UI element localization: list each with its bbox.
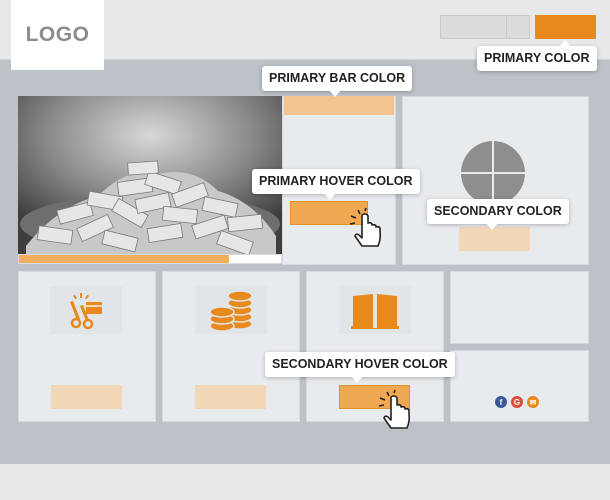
tooltip-primary-hover-color: PRIMARY HOVER COLOR — [252, 169, 420, 200]
header-gray-button[interactable] — [440, 15, 507, 39]
coins-icon-tile — [195, 286, 267, 334]
card-empty — [450, 271, 589, 344]
coupon-scissors-icon — [70, 293, 102, 330]
google-icon[interactable]: G — [511, 396, 523, 408]
tooltip-primary-color: PRIMARY COLOR — [477, 40, 597, 71]
tooltip-secondary-color: SECONDARY COLOR — [427, 199, 569, 230]
book-icon — [351, 294, 399, 329]
tooltip-primary-bar-color: PRIMARY BAR COLOR — [262, 66, 413, 97]
hero-image — [18, 96, 282, 254]
email-icon[interactable]: ✉ — [527, 396, 539, 408]
book-icon-tile — [339, 286, 411, 334]
pie-chart-icon — [461, 141, 525, 205]
coins-button[interactable] — [195, 385, 266, 409]
facebook-icon[interactable]: f — [495, 396, 507, 408]
secondary-button[interactable] — [459, 227, 530, 251]
header-primary-button[interactable] — [535, 15, 596, 39]
coupon-icon-tile — [50, 286, 122, 334]
hero-progress-fill — [19, 255, 229, 263]
hand-cursor-icon — [378, 389, 411, 429]
header-gray-button-small[interactable] — [506, 15, 530, 39]
coupon-button[interactable] — [51, 385, 122, 409]
tooltip-secondary-hover-color: SECONDARY HOVER COLOR — [265, 352, 455, 383]
card-social — [450, 350, 589, 422]
primary-bar — [284, 96, 394, 115]
hand-cursor-icon — [349, 207, 382, 247]
footer-bar — [0, 464, 610, 500]
money-pile-image — [18, 96, 282, 254]
coin-stack-icon — [209, 290, 253, 332]
logo: LOGO — [11, 0, 104, 70]
hero-progress-bar — [18, 254, 282, 264]
social-icons: f G ✉ — [495, 396, 539, 408]
